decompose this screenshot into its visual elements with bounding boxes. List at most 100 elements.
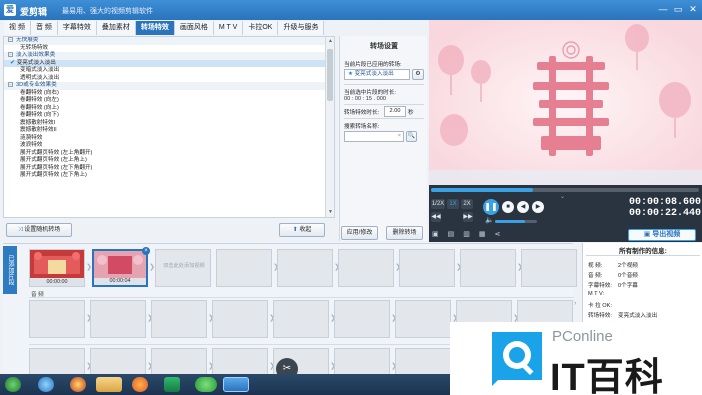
- transition-item[interactable]: ✔ 变亮式淡入淡出: [4, 59, 326, 67]
- speed-1x-button[interactable]: 1X: [447, 199, 459, 209]
- transition-item[interactable]: 卷翻特效 (向右): [4, 90, 326, 98]
- add-video-placeholder[interactable]: 双击此处添加视频: [155, 249, 211, 287]
- tab-4[interactable]: 转场特效: [135, 21, 175, 35]
- tab-6[interactable]: M T V: [213, 21, 244, 35]
- app-green-icon[interactable]: [195, 377, 217, 392]
- transition-item[interactable]: 展开式翻页特效 (左下角上): [4, 172, 326, 180]
- transition-item[interactable]: 无转场特效: [4, 45, 326, 53]
- scroll-thumb[interactable]: [327, 49, 333, 101]
- folder-taskbar-icon[interactable]: [96, 377, 122, 392]
- search-button[interactable]: 🔍: [406, 131, 417, 142]
- apply-button[interactable]: 应用/修改: [341, 226, 378, 240]
- film-icon[interactable]: ▥: [463, 230, 470, 240]
- random-transition-button[interactable]: ⤨ 设置随机转场: [6, 223, 72, 237]
- transition-item[interactable]: 震撼散射特效I: [4, 120, 326, 128]
- scroll-up-icon[interactable]: ▲: [327, 38, 334, 45]
- play-pause-button[interactable]: ❚❚: [483, 199, 499, 215]
- minimize-button[interactable]: —: [656, 3, 670, 16]
- empty-clip-slot[interactable]: [151, 300, 207, 338]
- clear-icon[interactable]: ×: [398, 132, 403, 141]
- speed-half-button[interactable]: 1/2X: [431, 199, 445, 209]
- volume-icon[interactable]: 🔈: [485, 216, 494, 224]
- search-input[interactable]: ×: [344, 131, 404, 142]
- chevron-down-icon[interactable]: ⌄: [560, 193, 565, 200]
- scroll-down-icon[interactable]: ▼: [327, 209, 334, 216]
- audio-track-line: [29, 297, 574, 298]
- left-button-bar: ⤨ 设置随机转场 ⬆ 收起: [3, 221, 335, 239]
- collapse-minus-icon[interactable]: −: [8, 52, 13, 58]
- transition-category[interactable]: − 无快展类: [4, 37, 326, 45]
- transition-item[interactable]: 卷翻特效 (向下): [4, 112, 326, 120]
- empty-clip-slot[interactable]: [338, 249, 394, 287]
- screenshot-icon[interactable]: ▣: [432, 230, 439, 240]
- close-button[interactable]: ✕: [686, 3, 700, 16]
- empty-clip-slot[interactable]: [29, 300, 85, 338]
- firefox-icon[interactable]: [132, 377, 148, 392]
- empty-clip-slot[interactable]: [90, 300, 146, 338]
- transition-item[interactable]: 涟漪特效: [4, 135, 326, 143]
- next-frame-button[interactable]: ▶: [532, 201, 544, 213]
- transition-settings-panel: 转场设置 当前片段已应用的转场: ★ 变亮式淡入淡出 ⚙ 当前选中片段的时长: …: [339, 36, 427, 241]
- empty-clip-slot[interactable]: [395, 300, 451, 338]
- title-bar: 爱 爱剪辑 最易用、强大的视频剪辑软件 — ▭ ✕: [0, 0, 702, 20]
- browser-icon[interactable]: [38, 377, 54, 392]
- tab-8[interactable]: 升级与服务: [278, 21, 325, 35]
- empty-clip-slot[interactable]: [334, 300, 390, 338]
- collapse-minus-icon[interactable]: −: [8, 37, 13, 43]
- aijianji-taskbar-icon[interactable]: [223, 377, 249, 392]
- save-icon[interactable]: ▦: [479, 230, 486, 240]
- tab-5[interactable]: 画面风格: [174, 21, 214, 35]
- speed-2x-button[interactable]: 2X: [461, 199, 473, 209]
- transition-item[interactable]: 展开式翻页特效 (左上角翻开): [4, 150, 326, 158]
- transition-item[interactable]: 震撼散射特效II: [4, 127, 326, 135]
- prev-icon: ◀: [520, 204, 526, 210]
- export-button[interactable]: ▣ 导出视频: [628, 229, 696, 241]
- tab-2[interactable]: 字幕特效: [57, 21, 97, 35]
- list-scrollbar[interactable]: ▲ ▼: [325, 37, 334, 217]
- empty-clip-slot[interactable]: [212, 300, 268, 338]
- folder-icon[interactable]: ▤: [448, 230, 455, 240]
- transition-item[interactable]: 卷翻特效 (向左): [4, 97, 326, 105]
- transition-item[interactable]: 卷翻特效 (向上): [4, 105, 326, 113]
- info-value: 2个视频: [618, 263, 638, 269]
- stop-button[interactable]: ■: [502, 201, 514, 213]
- restore-button[interactable]: ▭: [671, 3, 685, 16]
- empty-clip-slot[interactable]: [460, 249, 516, 287]
- effect-duration-input[interactable]: 2.00: [384, 106, 406, 117]
- clip-thumbnail[interactable]: 00:00:00: [29, 249, 85, 287]
- empty-clip-slot[interactable]: [521, 249, 577, 287]
- tab-7[interactable]: 卡拉OK: [243, 21, 279, 35]
- gear-button[interactable]: ⚙: [412, 69, 424, 80]
- volume-track[interactable]: [495, 220, 537, 223]
- transition-category[interactable]: − 淡入淡出效果类: [4, 52, 326, 60]
- empty-clip-slot[interactable]: [216, 249, 272, 287]
- delete-button[interactable]: 删除转场: [386, 226, 423, 240]
- qq-icon[interactable]: [70, 377, 86, 392]
- media-player-icon[interactable]: [164, 377, 180, 392]
- progress-track[interactable]: [431, 188, 699, 192]
- empty-clip-slot[interactable]: [273, 300, 329, 338]
- tab-0[interactable]: 视 频: [4, 21, 31, 35]
- transition-item[interactable]: 变暗式淡入淡出: [4, 67, 326, 75]
- prev-frame-button[interactable]: ◀: [517, 201, 529, 213]
- empty-clip-slot[interactable]: [277, 249, 333, 287]
- share-icon[interactable]: ⋖: [495, 230, 501, 240]
- tab-1[interactable]: 音 频: [30, 21, 58, 35]
- forward-button[interactable]: ▶▶: [463, 212, 473, 222]
- transition-item[interactable]: 展开式翻页特效 (左上角上): [4, 157, 326, 165]
- start-button-icon[interactable]: [5, 377, 21, 392]
- collapse-minus-icon[interactable]: −: [8, 82, 13, 88]
- collapse-button[interactable]: ⬆ 收起: [279, 223, 325, 237]
- pconline-logo-icon: [492, 332, 542, 386]
- transition-item[interactable]: 波浪特效: [4, 142, 326, 150]
- video-preview[interactable]: [429, 20, 702, 185]
- clip-thumbnail[interactable]: 00:00:04 ×: [92, 247, 150, 287]
- transition-item[interactable]: 展开式翻页特效 (左下角翻开): [4, 165, 326, 173]
- empty-clip-slot[interactable]: [399, 249, 455, 287]
- rewind-button[interactable]: ◀◀: [431, 212, 441, 222]
- added-clips-tab[interactable]: 已添加片段: [3, 246, 17, 294]
- panel-toggle-icon[interactable]: ›: [574, 300, 580, 312]
- tab-3[interactable]: 叠加素材: [96, 21, 136, 35]
- transition-item[interactable]: 透明式淡入淡出: [4, 75, 326, 83]
- transition-category[interactable]: −3D或专业效果类: [4, 82, 326, 90]
